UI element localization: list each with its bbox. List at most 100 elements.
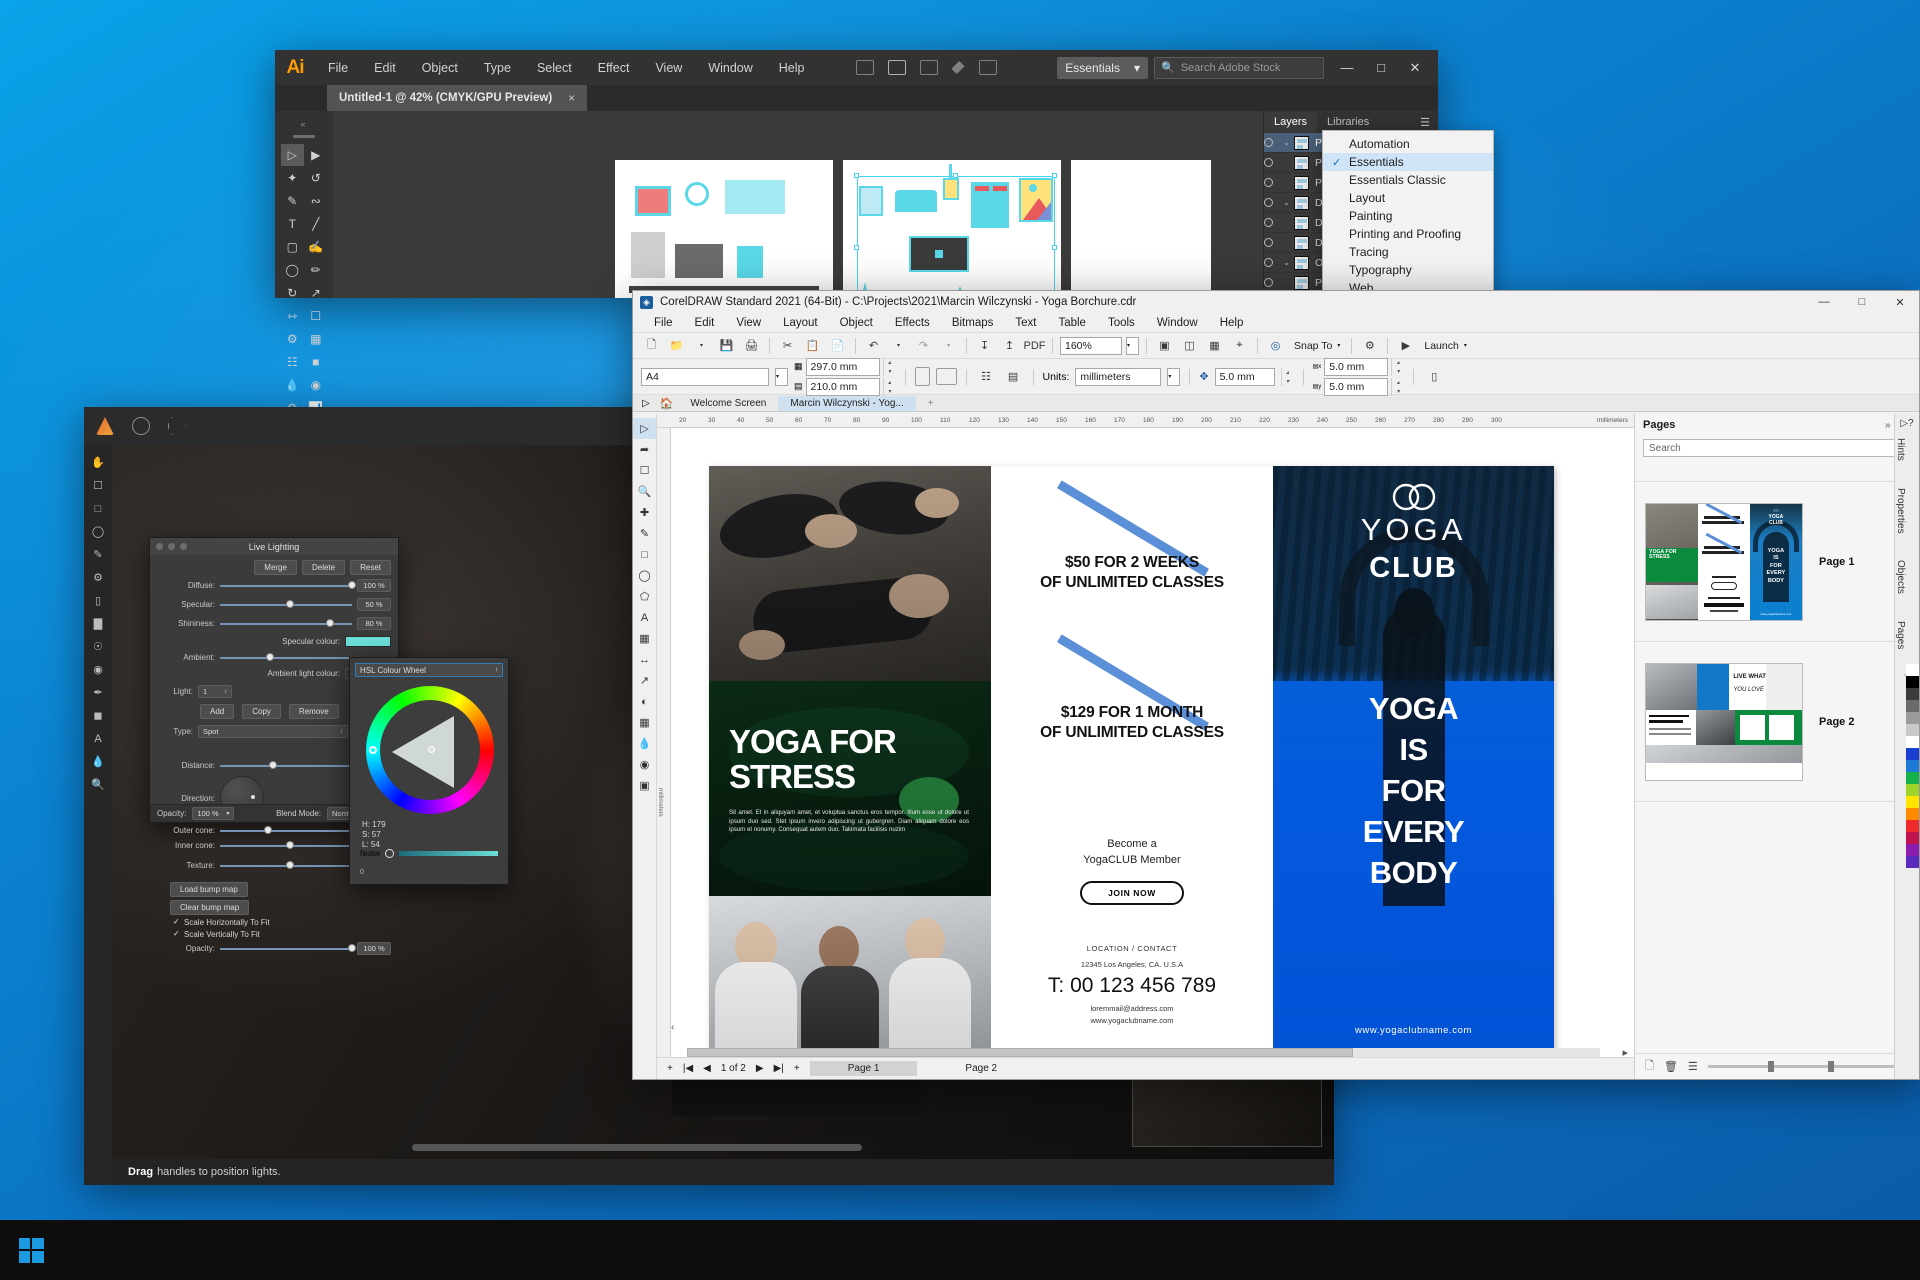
load-bump-map-button[interactable]: Load bump map	[170, 882, 248, 897]
visibility-toggle-icon[interactable]	[1264, 238, 1273, 247]
delete-button[interactable]: Delete	[301, 560, 346, 575]
expand-caret-icon[interactable]: ›	[1279, 278, 1296, 287]
scale-horizontally-checkbox[interactable]: ✓ Scale Horizontally To Fit	[170, 917, 398, 927]
shape-tool[interactable]: ◼	[84, 704, 112, 727]
scale-tool[interactable]: ↗	[305, 282, 328, 304]
photo-editor-tool-strip[interactable]: ✋ ☐ □ ◯ ✎ ⚙ ▯ ▇ ☉ ◉ ✒ ◼ A 💧 🔍	[84, 445, 112, 1185]
page-width-field[interactable]: 297.0 mm	[805, 357, 880, 376]
docker-hints[interactable]: Hints	[1895, 429, 1906, 479]
current-page-button[interactable]: ▤	[1003, 367, 1024, 387]
new-document-icon[interactable]: 🗋	[641, 336, 662, 356]
brush-tool[interactable]: ✎	[84, 543, 112, 566]
light-stepper[interactable]: 1 ↕	[198, 685, 232, 698]
coreldraw-menu-bitmaps[interactable]: Bitmaps	[941, 315, 1005, 331]
rocket-icon[interactable]	[951, 61, 965, 74]
perspective-grid-tool[interactable]: ▦	[305, 328, 328, 350]
curvature-tool[interactable]: ∾	[305, 190, 328, 212]
zoom-tool[interactable]: 🔍	[84, 773, 112, 796]
docker-properties[interactable]: Properties	[1895, 479, 1906, 552]
expand-caret-icon[interactable]: ⌄	[1279, 258, 1294, 267]
artboard-1[interactable]	[615, 160, 833, 298]
import-icon[interactable]: ↧	[974, 336, 995, 356]
docker-pages[interactable]: Pages	[1895, 612, 1906, 667]
hand-tool[interactable]: ✋	[84, 451, 112, 474]
panel-menu-icon[interactable]: ☰	[1420, 116, 1438, 129]
duplicate-distance-group[interactable]: ▤x 5.0 mm ▴ ▾ ▤y 5.0 mm ▴ ▾	[1313, 357, 1405, 396]
options-gear-icon[interactable]: ⚙	[1359, 336, 1380, 356]
collapse-icon[interactable]: »	[1885, 420, 1891, 431]
nudge-field[interactable]: 5.0 mm	[1214, 367, 1275, 386]
polygon-tool[interactable]: ⬠	[633, 586, 656, 607]
page-height-field[interactable]: 210.0 mm	[805, 377, 880, 396]
minimize-button[interactable]: —	[1805, 291, 1843, 313]
coreldraw-window[interactable]: ◈ CorelDRAW Standard 2021 (64-Bit) - C:\…	[632, 290, 1920, 1080]
all-pages-button[interactable]: ☷	[976, 367, 997, 387]
interactive-fill-tool[interactable]: ◉	[633, 754, 656, 775]
workspace-switcher-button[interactable]: Essentials ▾	[1057, 56, 1148, 79]
eraser-tool[interactable]: ▯	[84, 589, 112, 612]
guides-icon[interactable]: ⌖	[1229, 336, 1250, 356]
coreldraw-toolbox[interactable]: ▷ ➦ ☐ 🔍 ✚ ✎ □ ◯ ⬠ A ▦ ↔ ↗ ◐ ▦ 💧 ◉ ▣	[633, 414, 657, 1079]
page-height-spinner[interactable]: ▴ ▾	[882, 377, 896, 396]
workspace-menu-item[interactable]: Printing and Proofing	[1323, 225, 1493, 243]
page-border-button[interactable]: ▯	[1423, 367, 1445, 387]
open-document-icon[interactable]: 📁	[666, 336, 687, 356]
noise-slider[interactable]	[399, 851, 498, 856]
workspace-menu-item[interactable]: Painting	[1323, 207, 1493, 225]
direct-selection-tool[interactable]: ▶	[305, 144, 328, 166]
scale-vertically-checkbox[interactable]: ✓ Scale Vertically To Fit	[170, 929, 398, 939]
page-width-spinner[interactable]: ▴ ▾	[882, 357, 896, 376]
zoom-level-field[interactable]: 160%	[1060, 336, 1122, 355]
gradient-tool[interactable]: ■	[305, 351, 328, 373]
eyedropper-tool[interactable]: 💧	[281, 374, 304, 396]
visibility-toggle-icon[interactable]	[1264, 138, 1273, 147]
canvas-horizontal-scrollbar[interactable]	[412, 1144, 862, 1151]
tab-libraries[interactable]: Libraries	[1317, 112, 1379, 132]
brochure-page[interactable]: YOGA FOR STRESS Sit amet. Et in aliquyam…	[709, 466, 1554, 1062]
text-tool[interactable]: A	[633, 607, 656, 628]
blur-tool[interactable]: ☉	[84, 635, 112, 658]
illustrator-toolbar[interactable]: « ▷ ▶ ✦ ↺ ✎ ∾ T ╱ ▢ ✍ ◯ ✏ ↻ ↗ ⇿ ☐ ⚙ ▦ ☷ …	[275, 111, 333, 415]
list-view-icon[interactable]: ☰	[1688, 1060, 1698, 1073]
shininess-slider[interactable]	[220, 619, 352, 628]
type-tool[interactable]: T	[281, 213, 304, 235]
toolbar-handle[interactable]	[293, 135, 315, 138]
open-dropdown-icon[interactable]: ▾	[691, 336, 712, 356]
zoom-tool[interactable]: 🔍	[633, 481, 656, 502]
diffuse-row[interactable]: Diffuse: 100 %	[150, 579, 398, 592]
coreldraw-standard-toolbar[interactable]: 🗋 📁 ▾ 💾 🖨 ✂ 📋 📄 ↶ ▾ ↷ ▾ ↧ ↥ PDF 160% ▾ ▣…	[633, 333, 1919, 359]
live-lighting-titlebar[interactable]: Live Lighting	[150, 538, 398, 555]
export-pdf-icon[interactable]: PDF	[1024, 336, 1046, 356]
coreldraw-menu-effects[interactable]: Effects	[884, 315, 941, 331]
first-page-button[interactable]: |◀	[683, 1063, 693, 1074]
drop-shadow-tool[interactable]: ◐	[633, 691, 656, 712]
coreldraw-menu-window[interactable]: Window	[1146, 315, 1209, 331]
artboard-2[interactable]	[843, 160, 1061, 298]
colour-eyedropper-tool[interactable]: 💧	[633, 733, 656, 754]
cut-icon[interactable]: ✂	[777, 336, 798, 356]
page-list-item-1[interactable]: YOGA FOR STRESS ○○ YOGA CLUB YOGA IS FOR…	[1635, 482, 1919, 642]
workspace-menu-item[interactable]: Tracing	[1323, 243, 1493, 261]
coreldraw-property-bar[interactable]: A4 ▾ ▦ 297.0 mm ▴ ▾ ▤ 210.0 mm ▴ ▾ ☷ ▤ Uni…	[633, 357, 1919, 396]
noise-knob[interactable]	[385, 849, 395, 858]
pages-docker[interactable]: Pages » ✕ Search ⚙ YOGA FORSTRESS	[1634, 414, 1919, 1079]
join-now-button[interactable]: JOIN NOW	[1080, 881, 1184, 905]
blend-tool[interactable]: ◉	[305, 374, 328, 396]
texture-slider[interactable]	[220, 861, 352, 870]
adobe-stock-search[interactable]: 🔍 Search Adobe Stock	[1154, 56, 1324, 79]
coreldraw-window-controls[interactable]: — □ ✕	[1805, 291, 1919, 313]
coreldraw-menu-tools[interactable]: Tools	[1097, 315, 1146, 331]
ai-menu-window[interactable]: Window	[695, 55, 765, 81]
diffuse-slider[interactable]	[220, 581, 357, 590]
pages-docker-footer[interactable]: 🗋 🗑 ☰	[1635, 1053, 1919, 1079]
shape-builder-tool[interactable]: ⚙	[281, 328, 304, 350]
coreldraw-menu-edit[interactable]: Edit	[684, 315, 726, 331]
thumbnail-zoom-slider[interactable]	[1707, 1061, 1909, 1072]
expand-caret-icon[interactable]: ›	[1279, 178, 1296, 187]
specular-slider[interactable]	[220, 600, 352, 609]
ai-menu-file[interactable]: File	[315, 55, 361, 81]
page-dimensions-group[interactable]: ▦ 297.0 mm ▴ ▾ ▤ 210.0 mm ▴ ▾	[794, 357, 896, 396]
illustrator-window[interactable]: Ai File Edit Object Type Select Effect V…	[275, 50, 1494, 415]
landscape-orientation-button[interactable]	[935, 368, 957, 385]
document-horizontal-scrollbar[interactable]	[687, 1048, 1600, 1057]
